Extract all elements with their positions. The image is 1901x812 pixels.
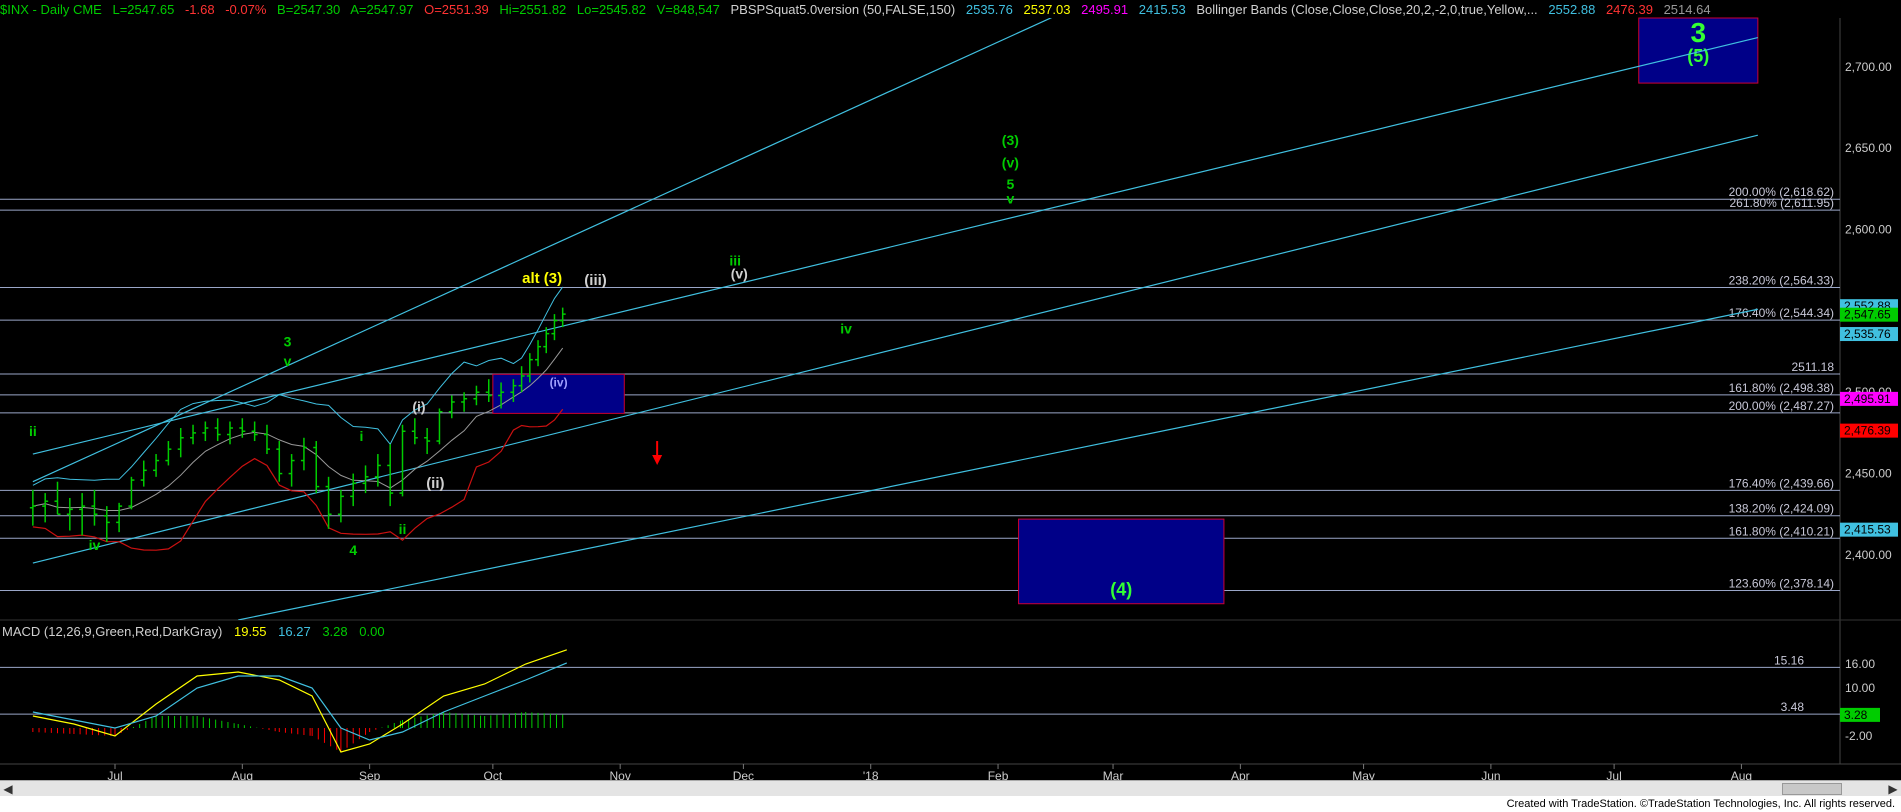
fib-level-label: 176.40% (2,439.66) bbox=[1729, 476, 1834, 490]
change-value: -1.68 bbox=[184, 2, 215, 17]
chart-header: $INX - Daily CME L=2547.65 -1.68 -0.07% … bbox=[0, 0, 1840, 20]
macd-marker-label: 3.28 bbox=[1844, 708, 1868, 722]
macd-tick-label: -2.00 bbox=[1845, 729, 1873, 743]
price-marker-label: 2,495.91 bbox=[1844, 392, 1891, 406]
wave-label: (v) bbox=[1002, 155, 1019, 171]
macd-zero-value: 0.00 bbox=[359, 624, 385, 639]
fib-level-label: 2511.18 bbox=[1792, 360, 1835, 374]
fib-level-label: 161.80% (2,498.38) bbox=[1729, 381, 1834, 395]
study2-value-1: 2552.88 bbox=[1548, 2, 1596, 17]
study1-value-1: 2535.76 bbox=[965, 2, 1013, 17]
wave-label: (v) bbox=[731, 265, 748, 281]
wave-label: i bbox=[359, 428, 363, 444]
horizontal-scrollbar[interactable]: ◀ ▶ bbox=[0, 780, 1901, 797]
price-tick-label: 2,650.00 bbox=[1845, 141, 1892, 155]
change-pct: -0.07% bbox=[225, 2, 267, 17]
scroll-right-icon[interactable]: ▶ bbox=[1885, 781, 1901, 797]
macd-diff-value: 3.28 bbox=[322, 624, 348, 639]
macd-name: MACD (12,26,9,Green,Red,DarkGray) bbox=[2, 624, 223, 639]
wave-label: alt (3) bbox=[522, 270, 562, 287]
box-label: (5) bbox=[1687, 46, 1709, 66]
wave-label: ii bbox=[29, 423, 37, 439]
macd-level-label: 3.48 bbox=[1781, 700, 1805, 714]
wave-label: (i) bbox=[412, 399, 425, 415]
high-value: Hi=2551.82 bbox=[499, 2, 567, 17]
study1-value-4: 2415.53 bbox=[1138, 2, 1186, 17]
price-marker-label: 2,535.76 bbox=[1844, 327, 1891, 341]
study2-value-2: 2476.39 bbox=[1605, 2, 1653, 17]
macd-signal-value: 16.27 bbox=[278, 624, 311, 639]
price-tick-label: 2,400.00 bbox=[1845, 548, 1892, 562]
price-chart[interactable]: 200.00% (2,618.62)261.80% (2,611.95)238.… bbox=[0, 0, 1901, 812]
wave-label: 3 bbox=[284, 334, 292, 350]
macd-value: 19.55 bbox=[233, 624, 267, 639]
last-price: L=2547.65 bbox=[112, 2, 175, 17]
fib-level-label: 138.20% (2,424.09) bbox=[1729, 502, 1834, 516]
box-label: (iv) bbox=[550, 375, 568, 389]
fib-level-label: 123.60% (2,378.14) bbox=[1729, 576, 1834, 590]
fib-level-label: 176.40% (2,544.34) bbox=[1729, 306, 1834, 320]
study2-value-3: 2514.64 bbox=[1663, 2, 1711, 17]
box-label: (4) bbox=[1110, 580, 1132, 600]
wave-label: iv bbox=[840, 321, 852, 337]
macd-tick-label: 16.00 bbox=[1845, 657, 1875, 671]
wave-label: v bbox=[1006, 190, 1014, 206]
fib-level-label: 200.00% (2,487.27) bbox=[1729, 399, 1834, 413]
price-marker-label: 2,476.39 bbox=[1844, 424, 1891, 438]
fib-level-label: 161.80% (2,410.21) bbox=[1729, 524, 1834, 538]
low-value: Lo=2545.82 bbox=[576, 2, 646, 17]
price-marker-label: 2,547.65 bbox=[1844, 308, 1891, 322]
fib-level-label: 238.20% (2,564.33) bbox=[1729, 274, 1834, 288]
macd-level-label: 15.16 bbox=[1774, 653, 1804, 667]
chart-background bbox=[0, 0, 1901, 812]
scroll-left-icon[interactable]: ◀ bbox=[0, 781, 16, 797]
box-label: 3 bbox=[1691, 17, 1707, 48]
macd-header: MACD (12,26,9,Green,Red,DarkGray) 19.55 … bbox=[2, 623, 393, 641]
wave-label: 5 bbox=[1006, 176, 1014, 192]
ask-value: A=2547.97 bbox=[350, 2, 414, 17]
scroll-thumb[interactable] bbox=[1782, 783, 1842, 795]
macd-tick-label: 10.00 bbox=[1845, 681, 1875, 695]
open-value: O=2551.39 bbox=[424, 2, 489, 17]
wave-label: (3) bbox=[1002, 132, 1019, 148]
volume-value: V=848,547 bbox=[656, 2, 720, 17]
price-tick-label: 2,700.00 bbox=[1845, 60, 1892, 74]
symbol-label: $INX - Daily CME bbox=[0, 2, 102, 17]
wave-label: v bbox=[284, 353, 292, 369]
price-tick-label: 2,600.00 bbox=[1845, 223, 1892, 237]
price-marker-label: 2,415.53 bbox=[1844, 523, 1891, 537]
study1-value-2: 2537.03 bbox=[1023, 2, 1071, 17]
wave-label: ii bbox=[399, 521, 407, 537]
bid-value: B=2547.30 bbox=[277, 2, 341, 17]
wave-label: (ii) bbox=[426, 475, 444, 492]
wave-label: (iii) bbox=[584, 272, 607, 289]
wave-label: 4 bbox=[349, 542, 357, 558]
wave-label: iv bbox=[89, 537, 101, 553]
study2-name: Bollinger Bands (Close,Close,Close,20,2,… bbox=[1196, 2, 1538, 17]
price-tick-label: 2,450.00 bbox=[1845, 467, 1892, 481]
fib-level-label: 261.80% (2,611.95) bbox=[1729, 196, 1834, 210]
study1-value-3: 2495.91 bbox=[1081, 2, 1129, 17]
footer-credit: Created with TradeStation. ©TradeStation… bbox=[1506, 798, 1895, 810]
study1-name: PBSPSquat5.0version (50,FALSE,150) bbox=[730, 2, 956, 17]
footer: Created with TradeStation. ©TradeStation… bbox=[0, 796, 1901, 812]
